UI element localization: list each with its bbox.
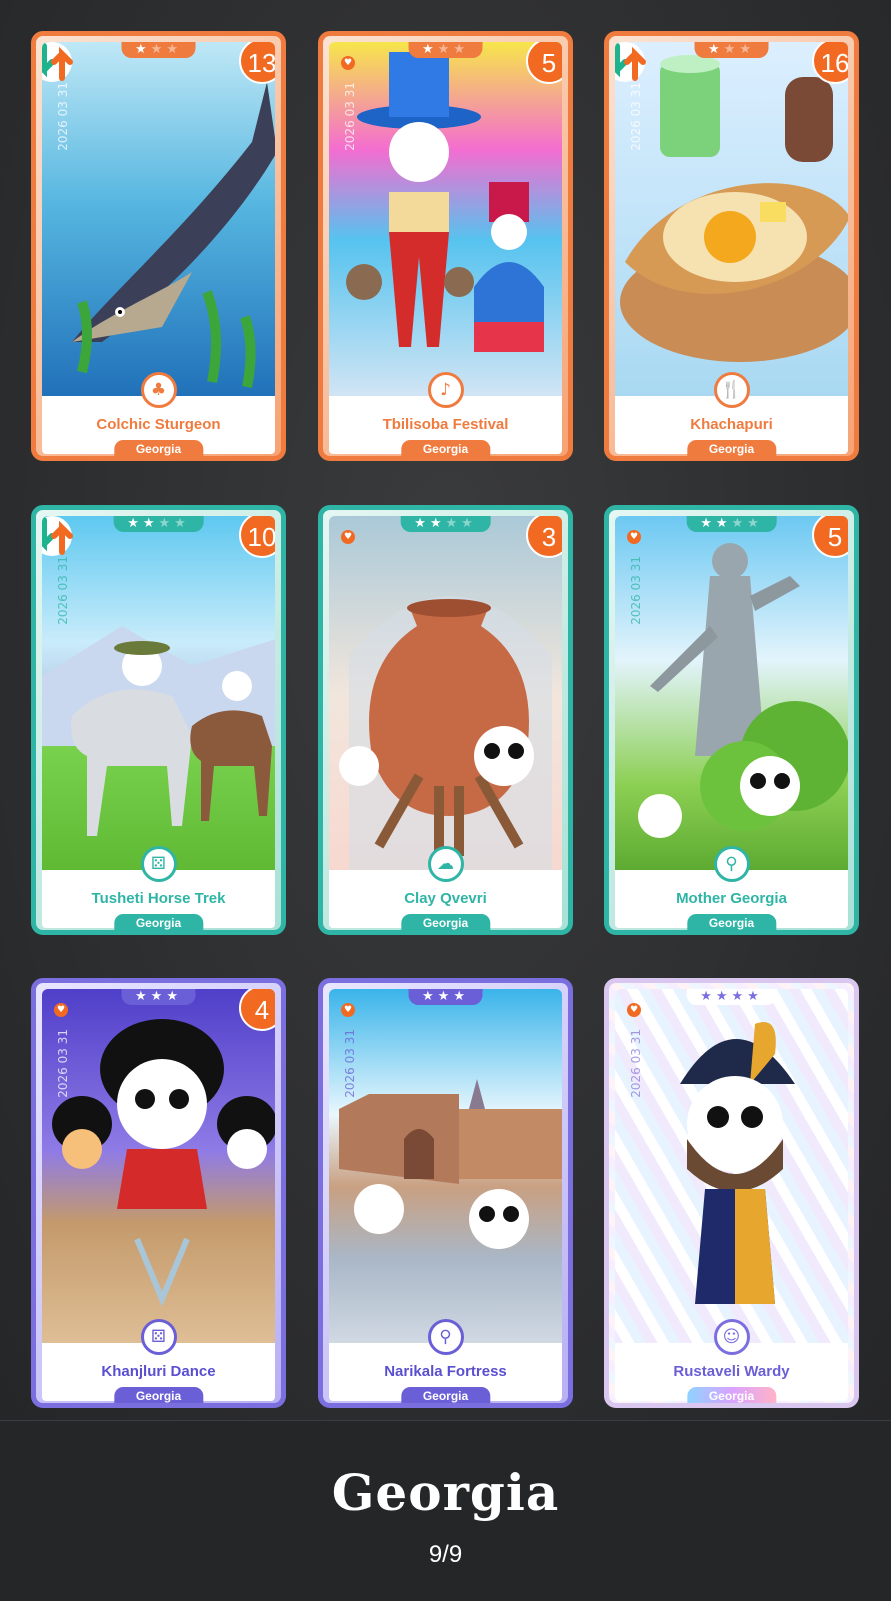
collection-progress: 9/9 [428, 1541, 463, 1568]
card-art: ★★★ ♥ 2026 03 31 [329, 989, 562, 1349]
card-region: Georgia [113, 1387, 204, 1403]
card-date: 2026 03 31 [343, 1029, 357, 1098]
card-art: ★★★★ 5 ♥ 2026 03 31 [615, 516, 848, 876]
star-rating: ★★★★ [113, 516, 204, 532]
festival-illustration [346, 52, 544, 352]
dice-icon: ⚄ [140, 846, 177, 882]
collection-footer: Georgia 9/9 [0, 1420, 891, 1601]
heart-icon: ♥ [341, 530, 355, 544]
card-region: Georgia [400, 914, 491, 930]
card-date: 2026 03 31 [629, 1029, 643, 1098]
card-art: ★★★ 5 ♥ 2026 03 31 [329, 42, 562, 402]
star-rating: ★★★★ [400, 516, 491, 532]
card-name: Rustaveli Wardy [673, 1363, 790, 1380]
card-colchic-sturgeon[interactable]: ★★★ 13 2026 03 31 ♣ Colchic Sturgeon Geo… [31, 31, 286, 461]
star-rating: ★★★ [408, 42, 483, 58]
card-region: Georgia [686, 914, 777, 930]
card-khachapuri[interactable]: ★★★ 16 2026 03 31 🍴 Khachapuri Georgia [604, 31, 859, 461]
mother-georgia-illustration [638, 543, 848, 838]
card-region: Georgia [400, 440, 491, 456]
star-rating: ★★★★ [686, 989, 777, 1005]
narikala-fortress-illustration [339, 1079, 562, 1249]
horse-trek-illustration [42, 626, 275, 836]
qvevri-illustration [339, 596, 552, 876]
card-region: Georgia [113, 914, 204, 930]
card-name: Tusheti Horse Trek [91, 890, 226, 907]
heart-icon: ♥ [341, 1003, 355, 1017]
swap-arrows-icon [42, 516, 73, 556]
star-rating: ★★★ [694, 42, 769, 58]
card-region: Georgia [686, 440, 777, 456]
card-date: 2026 03 31 [343, 82, 357, 151]
card-art: ★★★★ 3 ♥ [329, 516, 562, 876]
fork-knife-icon: 🍴 [713, 372, 750, 408]
card-region: Georgia [400, 1387, 491, 1403]
collection-title: Georgia [331, 1463, 560, 1522]
heart-icon: ♥ [627, 1003, 641, 1017]
card-tusheti-horse-trek[interactable]: ★★★★ 10 2026 03 31 ⚄ Tusheti Horse Trek … [31, 505, 286, 935]
card-name: Mother Georgia [676, 890, 787, 907]
music-note-icon: ♪ [427, 372, 464, 408]
card-tbilisoba-festival[interactable]: ★★★ 5 ♥ 2026 03 31 ♪ Tbilisoba Festival … [318, 31, 573, 461]
card-name: Tbilisoba Festival [382, 416, 509, 433]
card-date: 2026 03 31 [629, 556, 643, 625]
star-rating: ★★★ [121, 989, 196, 1005]
khanjluri-dance-illustration [52, 1019, 275, 1307]
card-name: Colchic Sturgeon [96, 416, 221, 433]
card-name: Clay Qvevri [404, 890, 487, 907]
heart-icon: ♥ [341, 56, 355, 70]
card-date: 2026 03 31 [56, 556, 70, 625]
tree-icon: ♣ [140, 372, 177, 408]
sturgeon-illustration [72, 82, 275, 388]
location-pin-icon: ⚲ [427, 1319, 464, 1355]
card-rustaveli-wardy[interactable]: ★★★★ ♥ 2026 03 31 ☺ Rustaveli Wardy Geor… [604, 978, 859, 1408]
card-name: Narikala Fortress [384, 1363, 507, 1380]
card-name: Khachapuri [690, 416, 773, 433]
card-art: ★★★★ 10 2026 03 31 [42, 516, 275, 876]
card-art: ★★★★ ♥ 2026 03 31 [615, 989, 848, 1349]
rustaveli-illustration [680, 1022, 795, 1304]
card-mother-georgia[interactable]: ★★★★ 5 ♥ 2026 03 31 ⚲ Mother Georgia Geo… [604, 505, 859, 935]
star-rating: ★★★ [121, 42, 196, 58]
card-art: ★★★ 13 2026 03 31 [42, 42, 275, 402]
location-pin-icon: ⚲ [713, 846, 750, 882]
person-icon: ☺ [713, 1319, 750, 1355]
star-rating: ★★★★ [686, 516, 777, 532]
card-region: Georgia [686, 1387, 777, 1403]
card-clay-qvevri[interactable]: ★★★★ 3 ♥ ☁ Clay Qvevri Georgia [318, 505, 573, 935]
card-khanjluri-dance[interactable]: ★★★ 4 ♥ 2026 03 31 ⚄ Khanjluri Dance Geo… [31, 978, 286, 1408]
khachapuri-illustration [620, 55, 848, 362]
heart-icon: ♥ [54, 1003, 68, 1017]
card-art: ★★★ 4 ♥ 2026 03 31 [42, 989, 275, 1349]
card-date: 2026 03 31 [56, 82, 70, 151]
card-date: 2026 03 31 [56, 1029, 70, 1098]
heart-icon: ♥ [627, 530, 641, 544]
dice-icon: ⚄ [140, 1319, 177, 1355]
card-region: Georgia [113, 440, 204, 456]
card-art: ★★★ 16 2026 03 31 [615, 42, 848, 402]
swap-arrows-icon [42, 42, 73, 82]
card-grid: ★★★ 13 2026 03 31 ♣ Colchic Sturgeon Geo… [0, 0, 891, 1420]
swap-arrows-icon [615, 42, 646, 82]
star-rating: ★★★ [408, 989, 483, 1005]
hat-icon: ☁ [427, 846, 464, 882]
card-date: 2026 03 31 [629, 82, 643, 151]
card-name: Khanjluri Dance [101, 1363, 216, 1380]
card-narikala-fortress[interactable]: ★★★ ♥ 2026 03 31 ⚲ Narikala Fortress Geo… [318, 978, 573, 1408]
